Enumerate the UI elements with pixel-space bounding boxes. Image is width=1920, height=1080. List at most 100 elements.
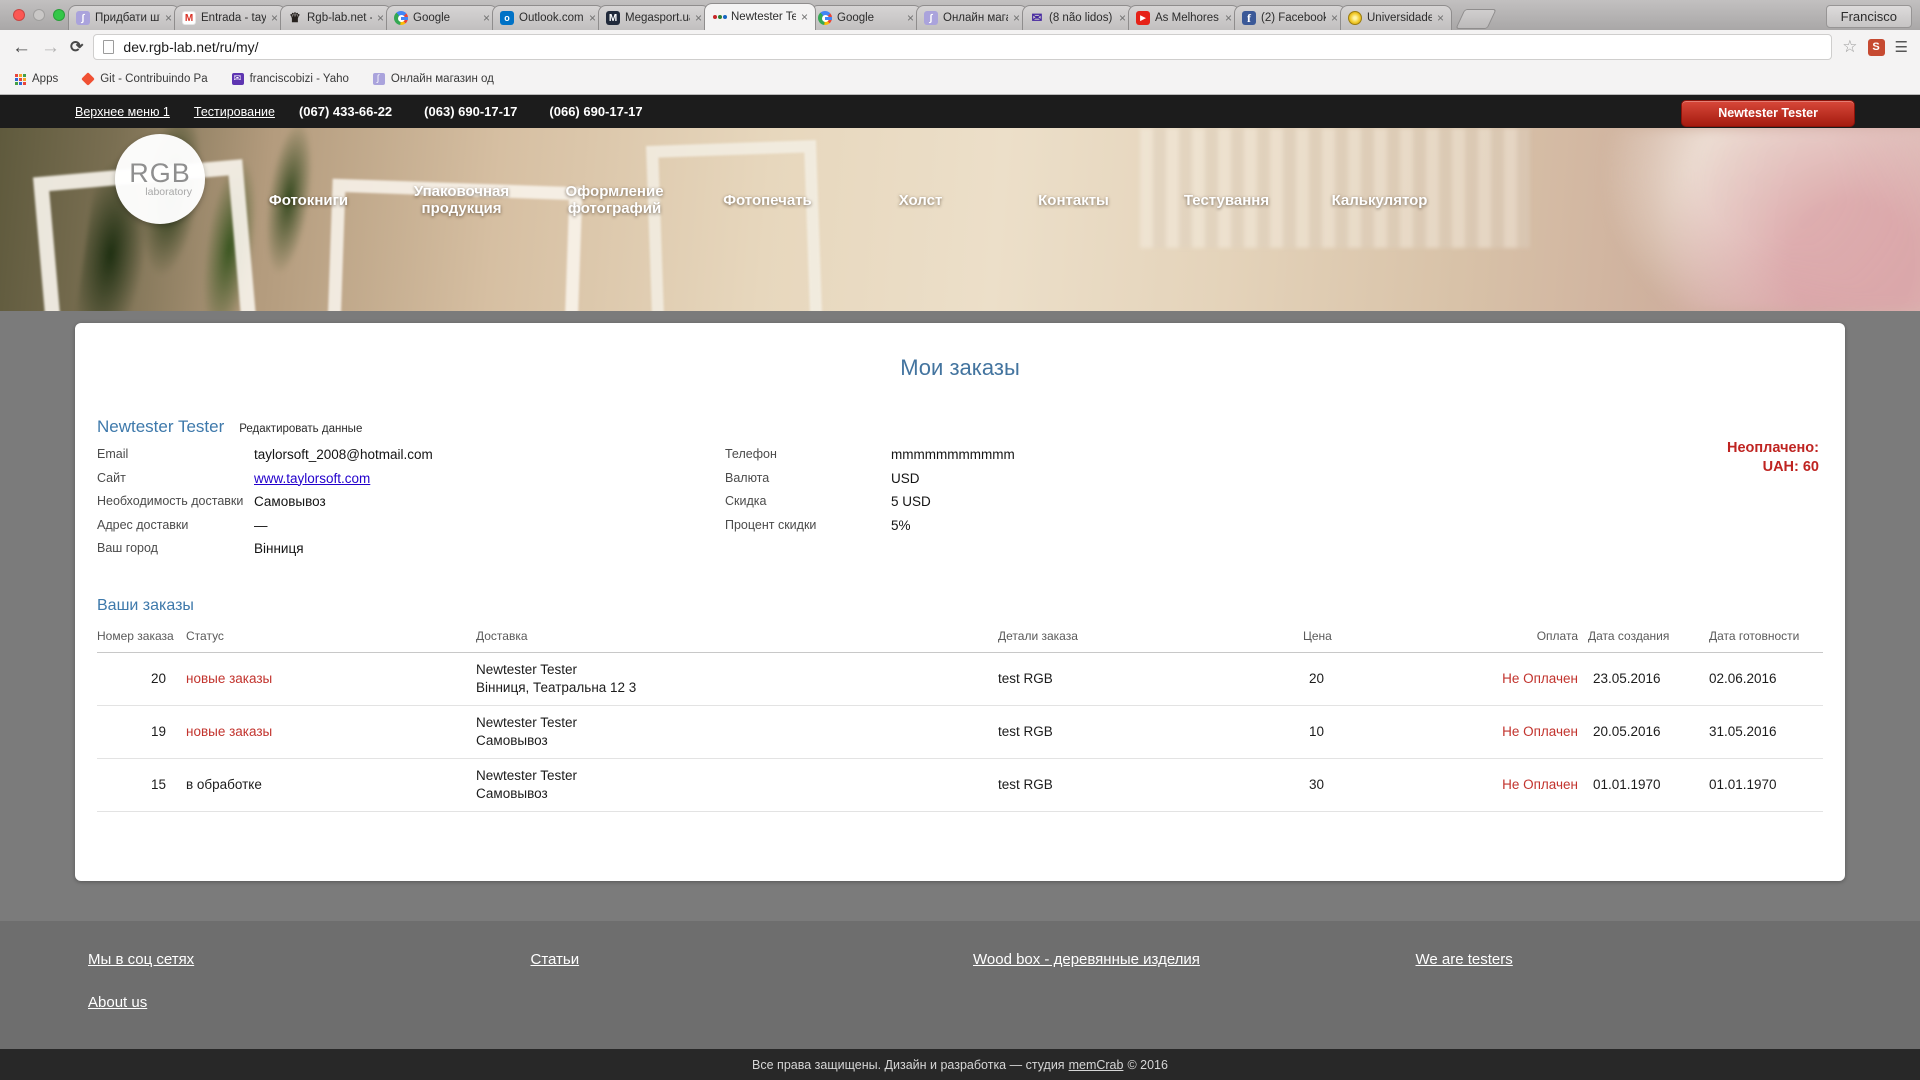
google-favicon [818,11,832,25]
bookmark-2[interactable]: franciscobizi - Yaho [232,73,349,85]
nav-item-7[interactable]: Калькулятор [1303,152,1456,248]
bookmark-1[interactable]: Git - Contribuindo Pa [82,73,207,85]
browser-tab-10[interactable]: ▶As Melhores M× [1128,5,1240,30]
google-favicon [394,11,408,25]
site-logo[interactable]: RGB laboratory [115,134,205,224]
browser-profile-button[interactable]: Francisco [1826,5,1912,28]
site-top-bar: Верхнее меню 1Тестирование(067) 433-66-2… [0,95,1920,128]
extension-s-icon[interactable]: S [1868,39,1885,56]
user-account-button[interactable]: Newtester Tester [1681,100,1855,127]
minimize-window-button[interactable] [33,9,45,21]
integral-favicon: ∫ [924,11,938,25]
tab-close-icon[interactable]: × [1013,13,1020,23]
tab-title: Megasport.ua - [625,12,690,24]
bookmark-3[interactable]: Онлайн магазин од [373,73,494,85]
megasport-favicon: M [606,11,620,25]
tab-close-icon[interactable]: × [1331,13,1338,23]
tab-close-icon[interactable]: × [589,13,596,23]
browser-tab-11[interactable]: f(2) Facebook× [1234,5,1346,30]
nav-item-2[interactable]: Оформление фотографий [538,152,691,248]
order-status: в обработке [186,776,476,794]
order-ready: 31.05.2016 [1709,723,1819,741]
nav-item-4[interactable]: Холст [844,152,997,248]
order-number: 19 [97,723,186,741]
footer-links-row-2: About us [75,994,1845,1011]
phone-number: (063) 690-17-17 [424,104,517,119]
field-label: Email [97,443,254,467]
back-icon[interactable]: ← [12,38,31,57]
order-payment: Не Оплачен [1398,670,1588,688]
logo-title: RGB [129,160,191,186]
browser-tab-0[interactable]: ∫Придбати шта× [68,5,180,30]
nav-item-5[interactable]: Контакты [997,152,1150,248]
zoom-window-button[interactable] [53,9,65,21]
field-label: Валюта [725,467,891,491]
tab-close-icon[interactable]: × [483,13,490,23]
footer-link-1[interactable]: Статьи [518,951,580,968]
order-delivery: Newtester TesterВінниця, Театральна 12 3 [476,661,998,697]
browser-tab-2[interactable]: ♛ Rgb-lab.net - A × [280,5,392,30]
tab-close-icon[interactable]: × [377,13,384,23]
browser-tab-5[interactable]: M Megasport.ua - × [598,5,710,30]
field-value[interactable]: www.taylorsoft.com [254,467,370,491]
menu-icon[interactable]: ☰ [1895,38,1908,56]
tab-close-icon[interactable]: × [1119,13,1126,23]
tab-title: Придбати шта [95,12,160,24]
footer-link2-0[interactable]: About us [75,994,147,1011]
order-details: test RGB [998,776,1303,794]
new-tab-button[interactable] [1455,9,1496,29]
bookmark-star-icon[interactable]: ☆ [1842,37,1857,57]
field-label: Процент скидки [725,514,891,538]
close-window-button[interactable] [13,9,25,21]
field-value: USD [891,467,920,491]
tab-close-icon[interactable]: × [165,13,172,23]
order-row-20[interactable]: 20новые заказыNewtester TesterВінниця, Т… [97,653,1823,706]
unpaid-label: Неоплачено: [1727,439,1819,458]
memcrab-link[interactable]: memCrab [1069,1058,1124,1072]
browser-tab-3[interactable]: Google× [386,5,498,30]
browser-tab-9[interactable]: ✉(8 não lidos) - f× [1022,5,1134,30]
browser-tab-12[interactable]: Universidade L× [1340,5,1452,30]
tab-title: As Melhores M [1155,12,1220,24]
tab-close-icon[interactable]: × [1437,13,1444,23]
top-menu-link-0[interactable]: Верхнее меню 1 [75,105,170,119]
tab-title: Rgb-lab.net - A [307,12,372,24]
col-header-7: Дата готовности [1709,629,1819,643]
rgblab-favicon: ♛ [288,11,302,25]
reload-icon[interactable]: ⟳ [70,37,83,57]
order-status: новые заказы [186,670,476,688]
browser-tab-8[interactable]: ∫Онлайн магаз× [916,5,1028,30]
browser-tab-7[interactable]: Google× [810,5,922,30]
footer-link-2[interactable]: Wood box - деревянные изделия [960,951,1200,968]
field-label: Ваш город [97,537,254,561]
page-icon [103,40,114,54]
col-header-0: Номер заказа [97,629,186,643]
nav-item-6[interactable]: Тестування [1150,152,1303,248]
order-row-19[interactable]: 19новые заказыNewtester TesterСамовывозt… [97,706,1823,759]
profile-field: Ваш городВінниця [97,537,725,561]
tab-close-icon[interactable]: × [907,13,914,23]
browser-tab-1[interactable]: MEntrada - taylo× [174,5,286,30]
tab-close-icon[interactable]: × [1225,13,1232,23]
order-row-15[interactable]: 15в обработкеNewtester TesterСамовывозte… [97,759,1823,812]
col-header-2: Доставка [476,629,998,643]
col-header-4: Цена [1303,629,1398,643]
edit-profile-link[interactable]: Редактировать данные [239,423,362,435]
nav-item-0[interactable]: Фотокниги [232,152,385,248]
bookmark-0[interactable]: Apps [14,73,58,85]
tab-close-icon[interactable]: × [271,13,278,23]
footer-link-0[interactable]: Мы в соц сетях [75,951,194,968]
forward-icon[interactable]: → [41,38,60,57]
browser-tab-4[interactable]: oOutlook.com - t× [492,5,604,30]
footer-link-3[interactable]: We are testers [1403,951,1513,968]
top-menu-link-1[interactable]: Тестирование [194,105,275,119]
tab-close-icon[interactable]: × [801,12,808,22]
nav-item-3[interactable]: Фотопечать [691,152,844,248]
col-header-5: Оплата [1398,629,1588,643]
nav-item-1[interactable]: Упаковочная продукция [385,152,538,248]
browser-tab-6[interactable]: Newtester Test× [704,3,816,30]
field-value: taylorsoft_2008@hotmail.com [254,443,433,467]
tab-close-icon[interactable]: × [695,13,702,23]
address-bar[interactable]: dev.rgb-lab.net/ru/my/ [93,34,1832,60]
facebook-favicon: f [1242,11,1256,25]
